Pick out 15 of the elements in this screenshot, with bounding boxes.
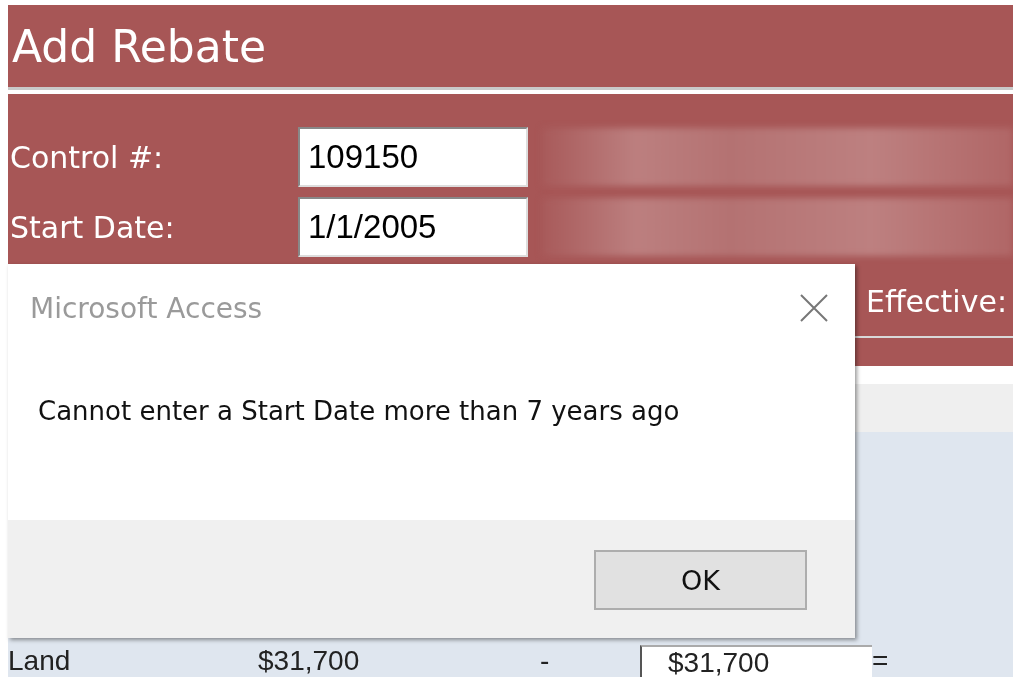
row-text: Land <box>8 645 72 677</box>
amount-field[interactable]: $31,700 <box>640 645 872 677</box>
field-label: Control #: <box>9 139 165 175</box>
row-text: = <box>872 645 890 677</box>
close-icon[interactable] <box>799 293 829 323</box>
ok-button[interactable]: OK <box>594 550 807 610</box>
dialog-title: Microsoft Access <box>30 291 263 325</box>
dialog-message: Cannot enter a Start Date more than 7 years ago <box>37 395 681 428</box>
row-text: - <box>540 645 551 677</box>
input-field[interactable]: 109150 <box>298 127 528 187</box>
row-text: $31,700 <box>258 645 361 677</box>
field-label: Effective: <box>866 283 1008 319</box>
form-title: Add Rebate <box>12 20 267 72</box>
field-label: Start Date: <box>9 209 176 245</box>
input-field[interactable]: 1/1/2005 <box>298 197 528 257</box>
